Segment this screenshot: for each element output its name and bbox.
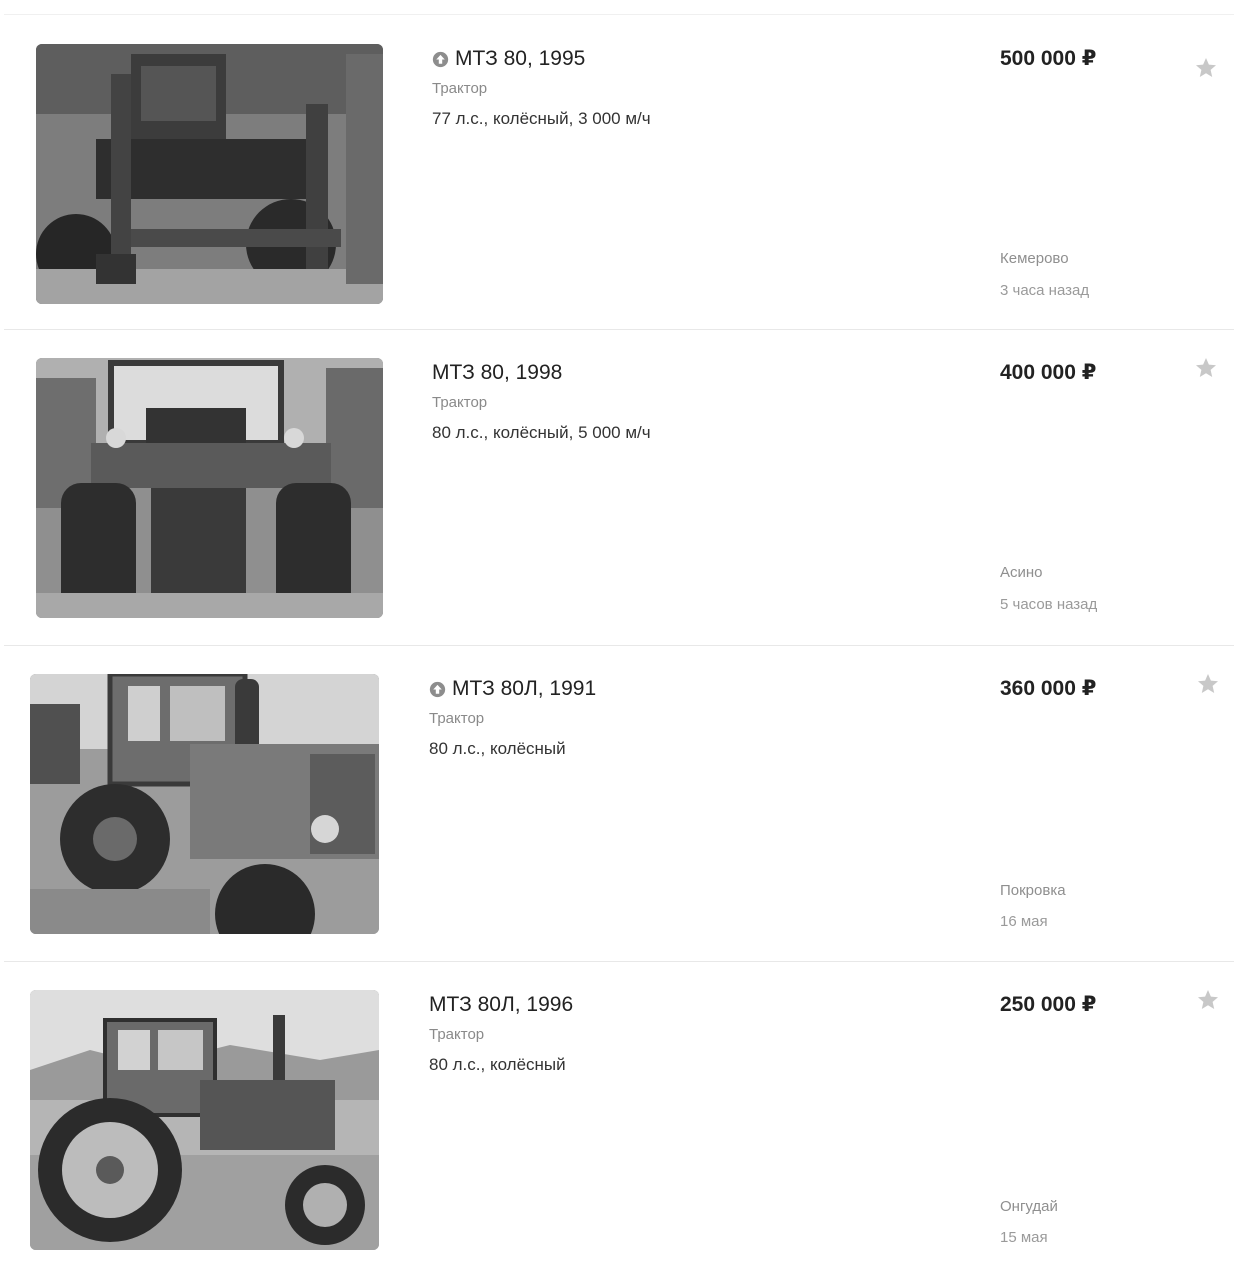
listing-posted-time: 16 мая: [1000, 913, 1048, 930]
listing-category: Трактор: [432, 80, 488, 97]
listing-category: Трактор: [429, 1026, 485, 1043]
listing-location: Асино: [1000, 564, 1043, 581]
listing-card[interactable]: МТЗ 80, 1998 Трактор 80 л.с., колёсный, …: [0, 330, 1234, 646]
listing-info: МТЗ 80Л, 1991 Трактор 80 л.с., колёсный: [429, 674, 596, 759]
listing-price: 500 000 ₽: [1000, 47, 1097, 70]
listing-price: 400 000 ₽: [1000, 361, 1097, 384]
listing-title[interactable]: МТЗ 80Л, 1991: [452, 677, 596, 701]
listing-specs: 77 л.с., колёсный, 3 000 м/ч: [432, 109, 651, 128]
listing-card[interactable]: МТЗ 80, 1995 Трактор 77 л.с., колёсный, …: [0, 14, 1234, 330]
listing-price: 360 000 ₽: [1000, 677, 1097, 700]
listing-photo[interactable]: [30, 990, 379, 1250]
star-icon[interactable]: [1194, 56, 1218, 80]
listing-category: Трактор: [429, 710, 485, 727]
listing-location: Онгудай: [1000, 1198, 1058, 1215]
listing-card[interactable]: МТЗ 80Л, 1996 Трактор 80 л.с., колёсный …: [0, 962, 1234, 1270]
listing-posted-time: 5 часов назад: [1000, 596, 1098, 613]
arrow-up-circle-icon: [432, 51, 449, 67]
listing-posted-time: 3 часа назад: [1000, 282, 1090, 299]
listing-title[interactable]: МТЗ 80Л, 1996: [429, 993, 573, 1017]
listing-photo[interactable]: [30, 674, 379, 934]
listing-title[interactable]: МТЗ 80, 1995: [455, 47, 585, 71]
listing-info: МТЗ 80, 1995 Трактор 77 л.с., колёсный, …: [432, 44, 651, 129]
listing-specs: 80 л.с., колёсный: [429, 1055, 566, 1074]
listing-title[interactable]: МТЗ 80, 1998: [432, 361, 562, 385]
listing-price: 250 000 ₽: [1000, 993, 1097, 1016]
listing-posted-time: 15 мая: [1000, 1229, 1048, 1246]
listing-specs: 80 л.с., колёсный, 5 000 м/ч: [432, 423, 651, 442]
listing-photo[interactable]: [36, 358, 383, 618]
star-icon[interactable]: [1194, 356, 1218, 380]
star-icon[interactable]: [1196, 672, 1220, 696]
arrow-up-circle-icon: [429, 681, 446, 697]
listing-location: Кемерово: [1000, 250, 1069, 267]
star-icon[interactable]: [1196, 988, 1220, 1012]
listing-card[interactable]: МТЗ 80Л, 1991 Трактор 80 л.с., колёсный …: [0, 646, 1234, 962]
listing-info: МТЗ 80, 1998 Трактор 80 л.с., колёсный, …: [432, 358, 651, 443]
listing-photo[interactable]: [36, 44, 383, 304]
listing-info: МТЗ 80Л, 1996 Трактор 80 л.с., колёсный: [429, 990, 573, 1075]
listing-specs: 80 л.с., колёсный: [429, 739, 566, 758]
listing-category: Трактор: [432, 394, 488, 411]
listing-location: Покровка: [1000, 882, 1066, 899]
